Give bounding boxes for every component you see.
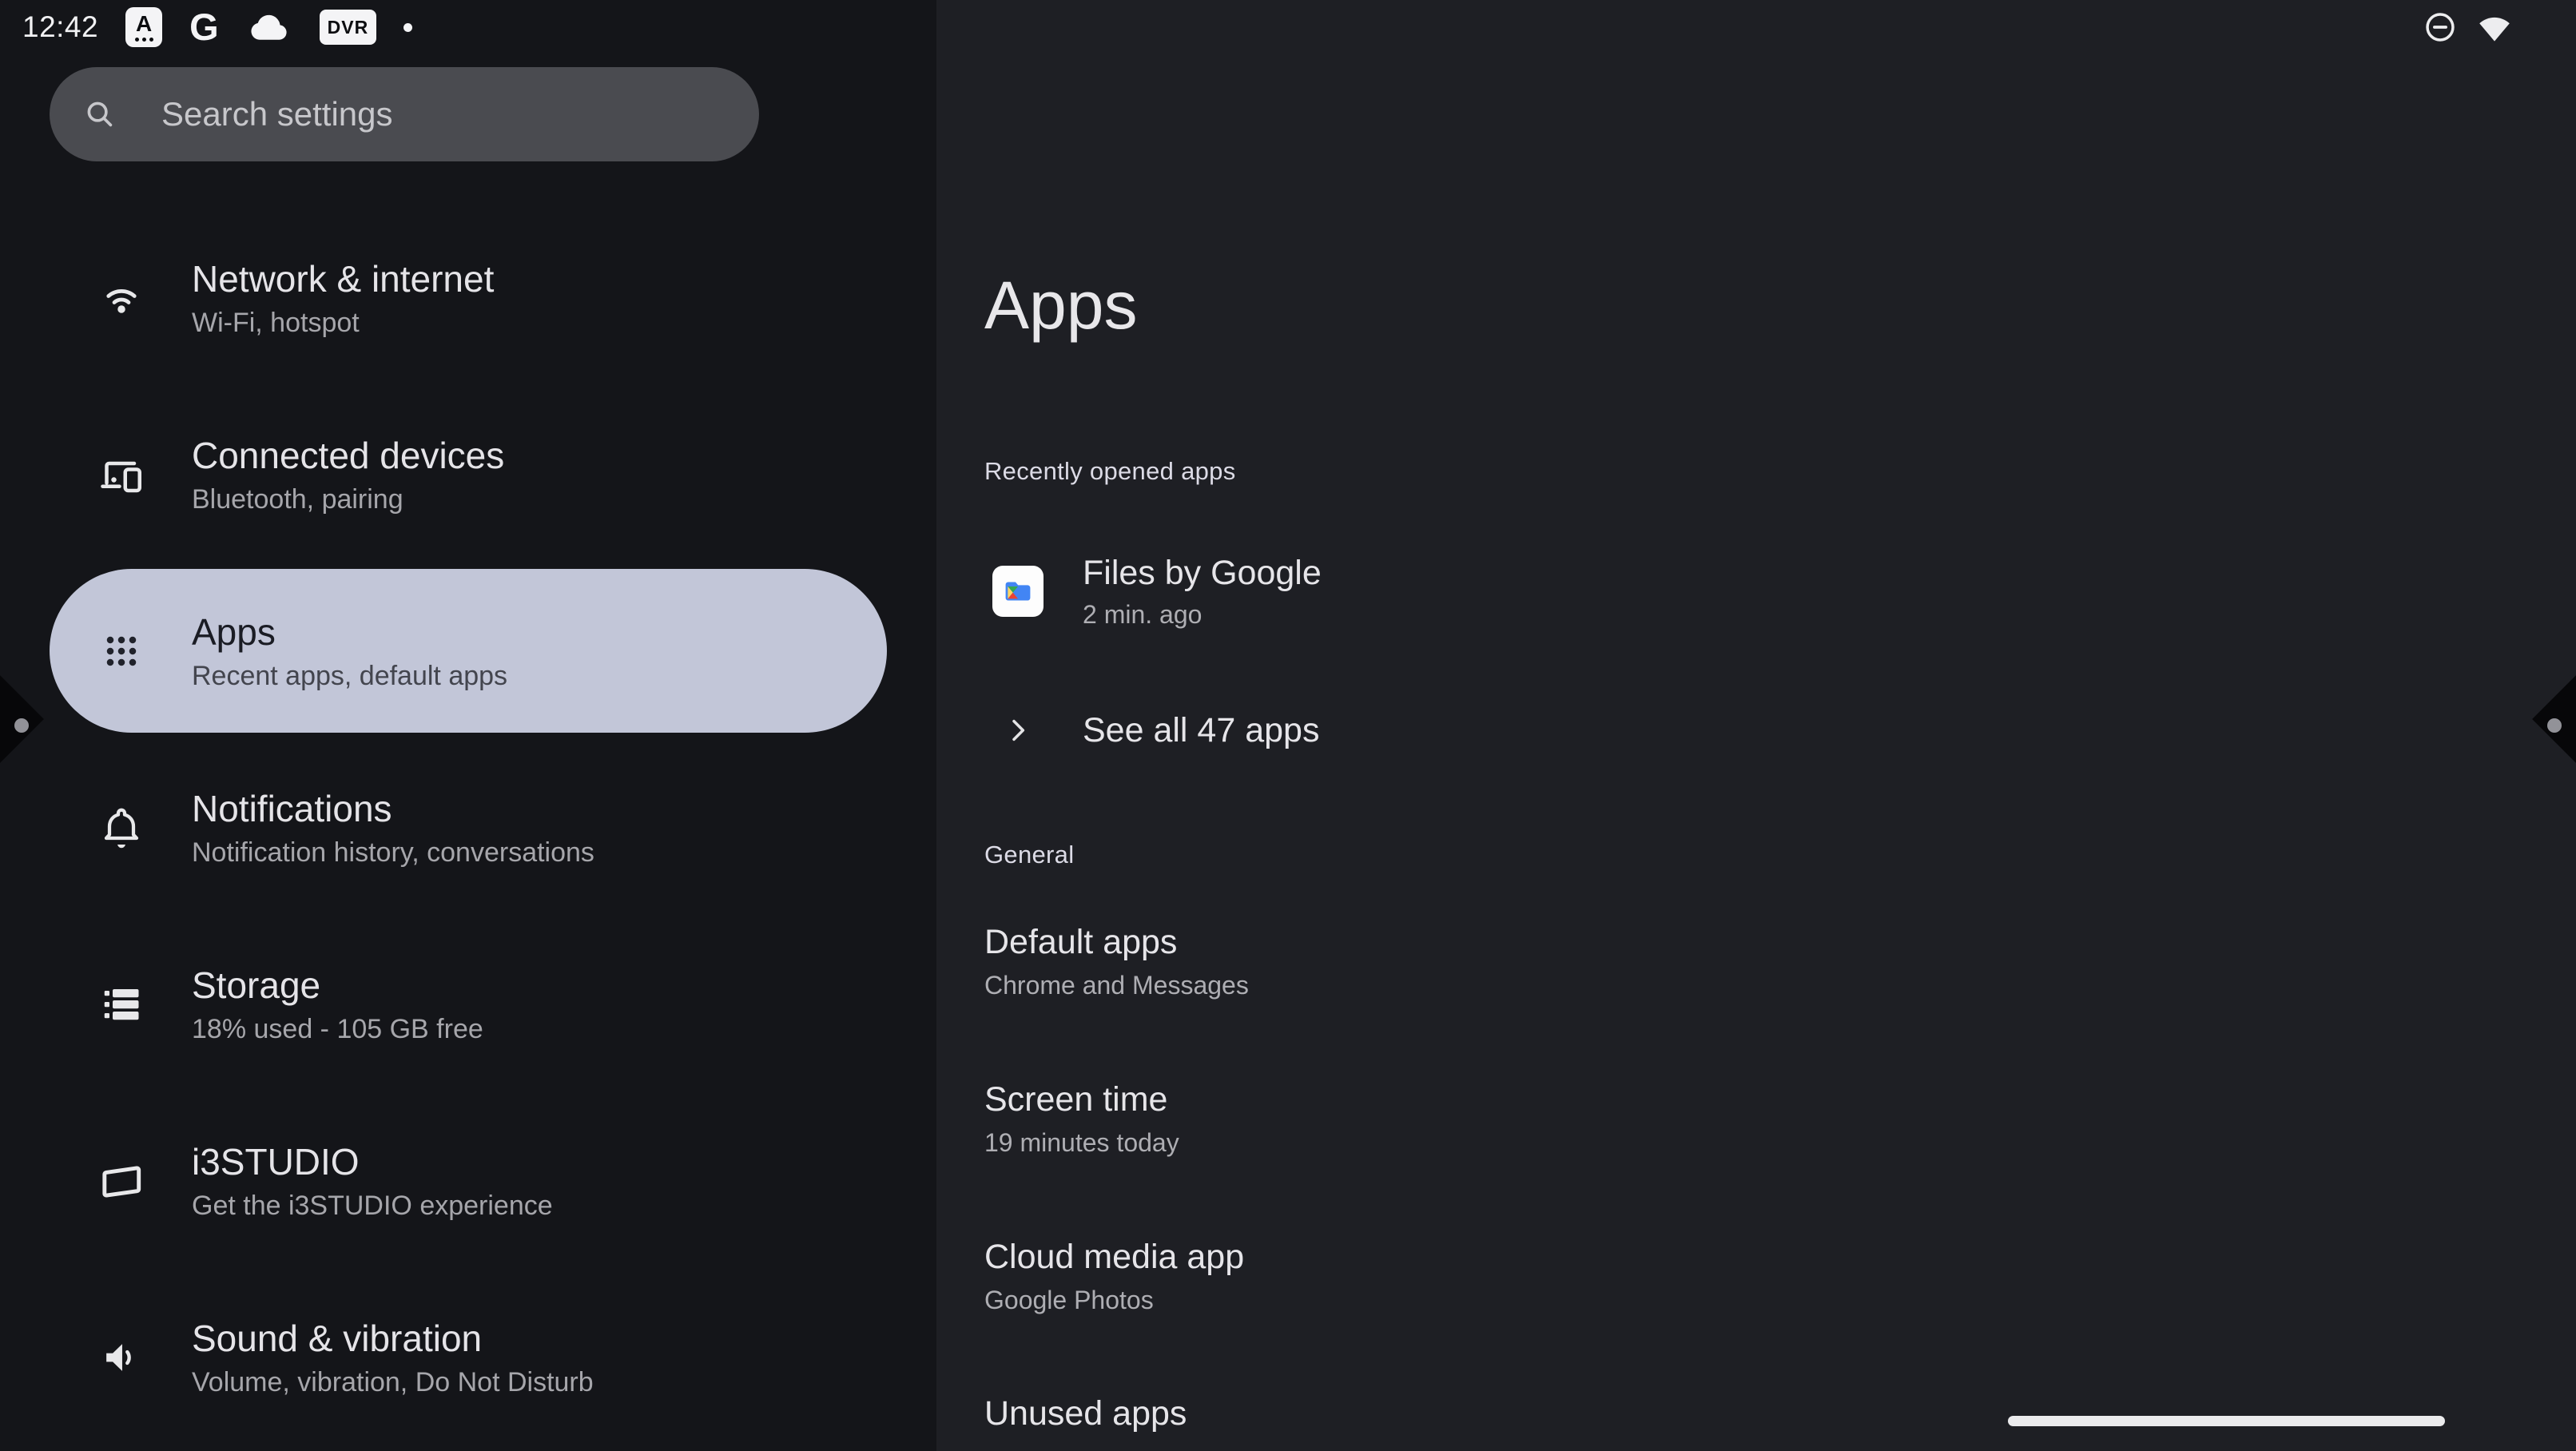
sidebar-menu: Network & internet Wi-Fi, hotspot Connec… <box>0 209 936 1445</box>
settings-item-title: Unused apps <box>984 1392 1187 1435</box>
settings-item-screen-time[interactable]: Screen time 19 minutes today <box>984 1078 1179 1159</box>
sidebar-item-notifications[interactable]: Notifications Notification history, conv… <box>0 739 936 916</box>
see-all-apps-row[interactable]: See all 47 apps <box>984 705 1319 756</box>
wifi-icon <box>96 272 147 324</box>
settings-item-cloud-media-app[interactable]: Cloud media app Google Photos <box>984 1235 1244 1317</box>
settings-item-title: Screen time <box>984 1078 1179 1121</box>
left-edge-handle-dot-icon <box>14 718 29 733</box>
gesture-navigation-handle[interactable] <box>2008 1416 2445 1426</box>
sidebar-item-connected-devices[interactable]: Connected devices Bluetooth, pairing <box>0 386 936 563</box>
sidebar-item-label: Apps <box>192 609 507 655</box>
sidebar-item-label: Network & internet <box>192 256 494 302</box>
dvr-notification-icon: DVR <box>320 10 377 45</box>
settings-item-subtitle: Google Photos <box>984 1283 1244 1317</box>
recent-app-name: Files by Google <box>1083 551 1322 594</box>
sidebar-item-sublabel: Wi-Fi, hotspot <box>192 305 494 340</box>
sidebar-item-sublabel: Bluetooth, pairing <box>192 482 504 517</box>
page-title: Apps <box>984 264 1137 347</box>
recent-app-last-used: 2 min. ago <box>1083 598 1322 631</box>
section-header-recently-opened: Recently opened apps <box>984 457 1236 486</box>
recent-app-row-files-by-google[interactable]: Files by Google 2 min. ago <box>984 551 1322 631</box>
storage-icon <box>96 979 147 1030</box>
sidebar-item-label: Connected devices <box>192 432 504 479</box>
search-settings-bar[interactable] <box>50 67 759 161</box>
sidebar-item-sublabel: Get the i3STUDIO experience <box>192 1188 553 1223</box>
android-settings-screen: 12:42 A G DVR <box>0 0 2576 1451</box>
chevron-right-icon <box>992 705 1044 756</box>
sidebar-item-network-internet[interactable]: Network & internet Wi-Fi, hotspot <box>0 209 936 386</box>
sidebar-item-storage[interactable]: Storage 18% used - 105 GB free <box>0 916 936 1092</box>
settings-sidebar: Network & internet Wi-Fi, hotspot Connec… <box>0 0 936 1451</box>
apps-grid-icon <box>96 626 147 677</box>
do-not-disturb-icon <box>2423 10 2458 45</box>
settings-item-title: Cloud media app <box>984 1235 1244 1278</box>
status-bar: 12:42 A G DVR <box>0 0 2576 53</box>
sidebar-item-label: Notifications <box>192 785 594 832</box>
bell-icon <box>96 802 147 853</box>
sidebar-item-label: Sound & vibration <box>192 1315 594 1362</box>
settings-item-title: Default apps <box>984 920 1249 964</box>
sidebar-item-sound-vibration[interactable]: Sound & vibration Volume, vibration, Do … <box>0 1269 936 1445</box>
a-app-notification-icon: A <box>125 7 162 47</box>
settings-item-subtitle: 19 minutes today <box>984 1126 1179 1159</box>
right-edge-handle-dot-icon <box>2547 718 2562 733</box>
search-input[interactable] <box>160 94 727 134</box>
sidebar-item-label: Storage <box>192 962 483 1008</box>
see-all-apps-label: See all 47 apps <box>1083 711 1319 750</box>
sidebar-item-i3studio[interactable]: i3STUDIO Get the i3STUDIO experience <box>0 1092 936 1269</box>
settings-item-default-apps[interactable]: Default apps Chrome and Messages <box>984 920 1249 1002</box>
display-icon <box>96 1155 147 1207</box>
sidebar-item-sublabel: Recent apps, default apps <box>192 658 507 694</box>
sidebar-item-apps[interactable]: Apps Recent apps, default apps <box>0 563 936 739</box>
settings-item-subtitle: Chrome and Messages <box>984 968 1249 1002</box>
sidebar-item-sublabel: 18% used - 105 GB free <box>192 1012 483 1047</box>
cloud-notification-icon <box>246 4 292 50</box>
notification-dot-icon <box>403 23 412 32</box>
sidebar-item-sublabel: Volume, vibration, Do Not Disturb <box>192 1365 594 1400</box>
wifi-status-icon <box>2475 8 2514 46</box>
search-icon <box>81 96 118 133</box>
devices-icon <box>96 449 147 500</box>
sidebar-item-label: i3STUDIO <box>192 1139 553 1185</box>
files-by-google-icon <box>992 566 1044 617</box>
status-clock: 12:42 <box>22 10 98 44</box>
apps-settings-pane: Apps Recently opened apps Files by Googl… <box>936 0 2576 1451</box>
speaker-icon <box>96 1332 147 1383</box>
settings-item-unused-apps[interactable]: Unused apps <box>984 1392 1187 1435</box>
google-app-notification-icon: G <box>189 8 219 46</box>
section-header-general: General <box>984 841 1074 869</box>
sidebar-item-sublabel: Notification history, conversations <box>192 835 594 870</box>
